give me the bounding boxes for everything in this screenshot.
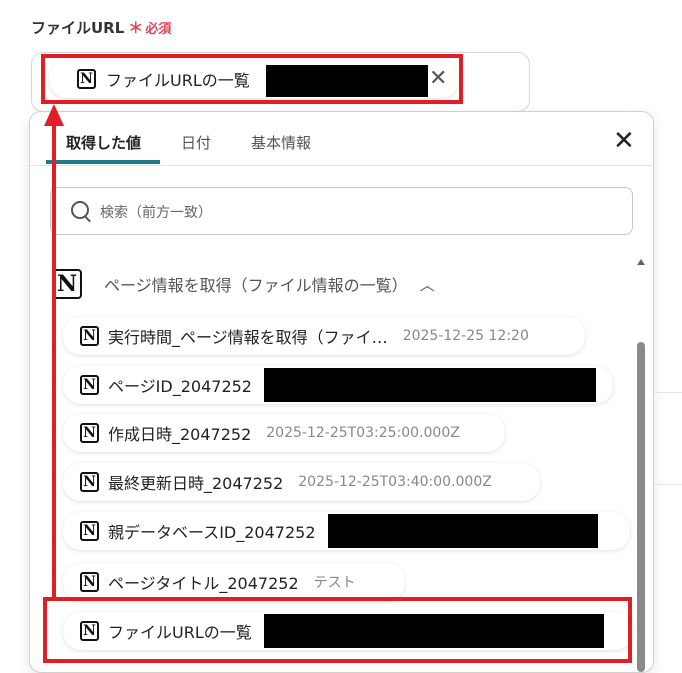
background-divider	[655, 484, 682, 485]
item-label: ページタイトル_2047252	[108, 574, 299, 593]
item-label: 最終更新日時_2047252	[108, 474, 284, 493]
notion-icon: N	[80, 521, 99, 541]
list-item[interactable]: N 実行時間_ページ情報を取得（ファイ… 2025-12-25 12:20	[63, 317, 585, 355]
required-text: 必須	[145, 22, 172, 37]
search-input[interactable]	[98, 200, 602, 226]
scroll-up-arrow[interactable]	[637, 259, 645, 265]
redacted-value	[263, 368, 596, 402]
close-icon[interactable]: ✕	[613, 126, 635, 156]
item-value: 2025-12-25T03:25:00.000Z	[266, 425, 460, 441]
tab-acquired-values[interactable]: 取得した値	[66, 132, 141, 153]
background-divider	[655, 392, 682, 393]
group-title: ページ情報を取得（ファイル情報の一覧）	[104, 276, 408, 295]
file-url-field-label: ファイルURL ＊必須	[31, 17, 171, 38]
tab-basic-info[interactable]: 基本情報	[251, 132, 311, 153]
notion-icon: N	[80, 472, 99, 492]
list-item[interactable]: N ページタイトル_2047252 テスト	[63, 563, 405, 601]
item-value: テスト	[313, 575, 356, 591]
item-label: 実行時間_ページ情報を取得（ファイ…	[108, 328, 388, 347]
item-label: 作成日時_2047252	[108, 425, 252, 444]
tab-divider	[30, 165, 653, 166]
notion-icon: N	[80, 423, 99, 443]
notion-icon: N	[80, 572, 99, 592]
item-value: 2025-12-25T03:40:00.000Z	[298, 474, 492, 490]
notion-icon: N	[80, 375, 99, 395]
annotation-arrow-line	[52, 124, 56, 598]
list-item[interactable]: N 作成日時_2047252 2025-12-25T03:25:00.000Z	[63, 414, 505, 452]
annotation-box-source	[43, 597, 632, 663]
notion-icon: N	[52, 269, 82, 299]
item-label: ページID_2047252	[108, 377, 252, 396]
redacted-value	[327, 514, 598, 548]
item-value: 2025-12-25 12:20	[402, 328, 529, 344]
tab-date[interactable]: 日付	[181, 132, 211, 153]
annotation-arrow-head	[44, 104, 64, 126]
value-picker-panel: 取得した値 日付 基本情報 ✕ N ページ情報を取得（ファイル情報の一覧） ︿ …	[29, 111, 654, 673]
field-label-text: ファイルURL	[31, 19, 125, 37]
list-item[interactable]: N 最終更新日時_2047252 2025-12-25T03:40:00.000…	[63, 463, 540, 501]
annotation-box-selected	[41, 54, 463, 104]
required-star: ＊	[128, 19, 144, 37]
list-item[interactable]: N 親データベースID_2047252	[63, 512, 630, 550]
chevron-up-icon[interactable]: ︿	[420, 274, 435, 295]
list-item[interactable]: N ページID_2047252	[63, 366, 613, 404]
active-tab-indicator	[46, 160, 160, 164]
scrollbar-thumb[interactable]	[637, 342, 645, 672]
notion-icon: N	[80, 326, 99, 346]
item-label: 親データベースID_2047252	[108, 523, 316, 542]
search-icon	[71, 201, 89, 219]
search-field[interactable]	[50, 187, 633, 235]
group-header[interactable]: N ページ情報を取得（ファイル情報の一覧） ︿	[52, 269, 435, 299]
